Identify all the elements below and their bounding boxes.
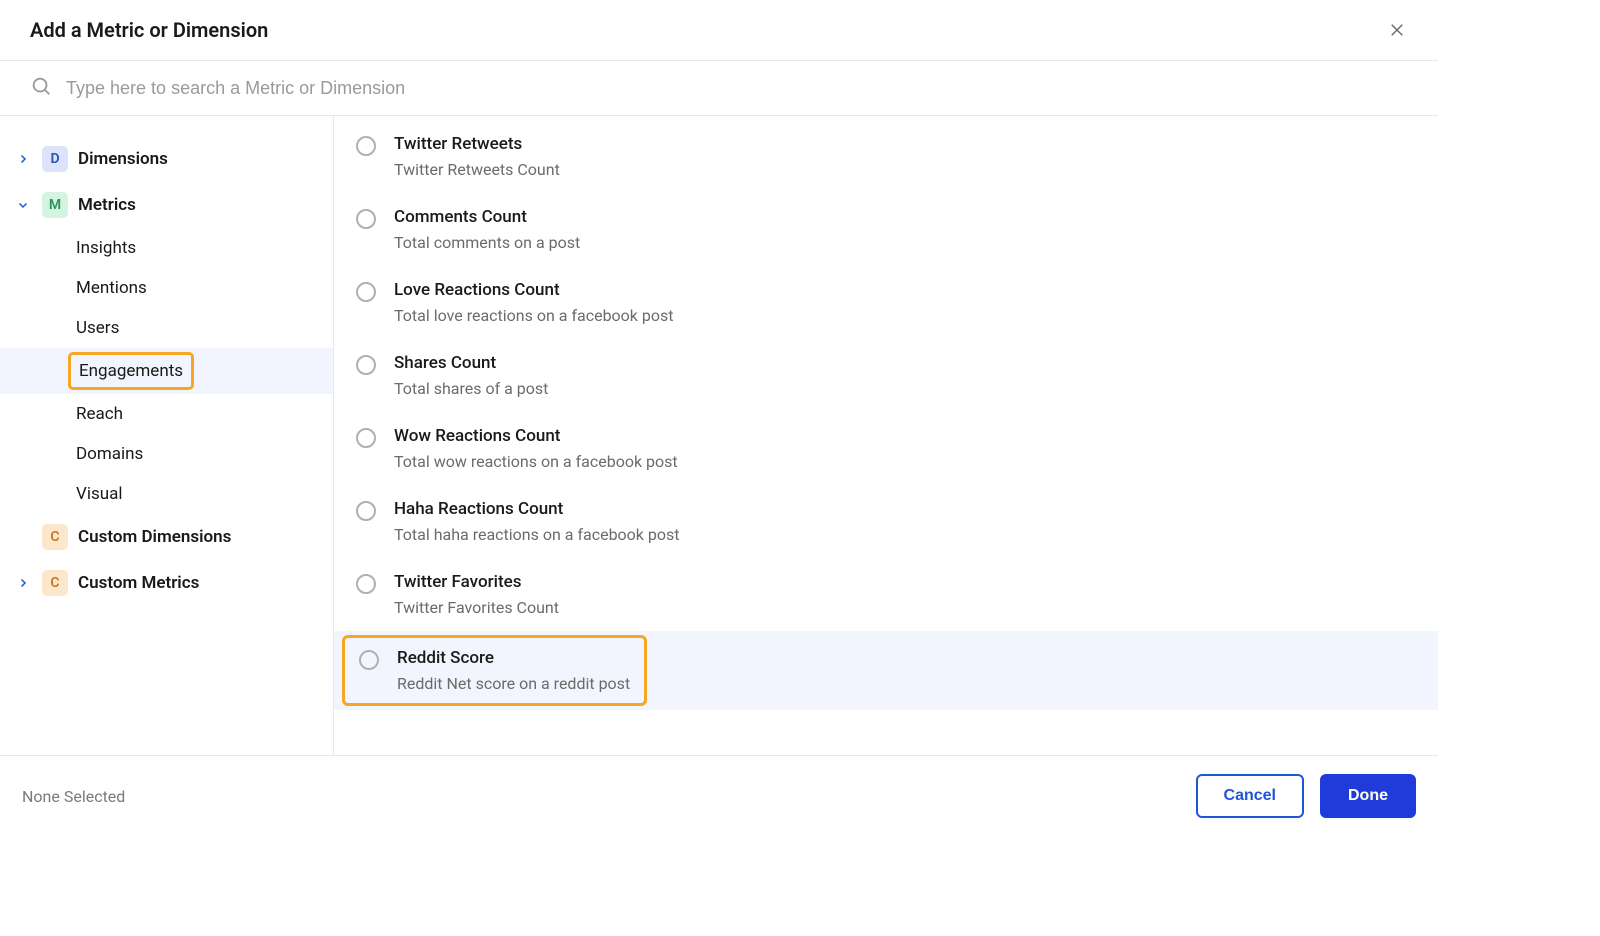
sidebar-subitem[interactable]: Insights — [0, 228, 333, 268]
sidebar-subitem-label: Users — [76, 318, 119, 338]
metric-text: Comments Count Total comments on a post — [394, 207, 580, 252]
metric-text: Reddit Score Reddit Net score on a reddit… — [397, 648, 630, 693]
sidebar-item-custom-dimensions[interactable]: C Custom Dimensions — [0, 514, 333, 560]
metric-title: Twitter Favorites — [394, 572, 559, 592]
metric-row[interactable]: Twitter Favorites Twitter Favorites Count — [334, 558, 1438, 631]
dimensions-badge: D — [42, 146, 68, 172]
metric-text: Twitter Retweets Twitter Retweets Count — [394, 134, 560, 179]
metrics-badge: M — [42, 192, 68, 218]
metric-title: Reddit Score — [397, 648, 630, 668]
sidebar-subitem[interactable]: Mentions — [0, 268, 333, 308]
sidebar-item-label: Custom Metrics — [78, 573, 199, 593]
custom-dimensions-badge: C — [42, 524, 68, 550]
done-button[interactable]: Done — [1320, 774, 1416, 818]
metric-title: Twitter Retweets — [394, 134, 560, 154]
metric-row[interactable]: Love Reactions Count Total love reactions… — [334, 266, 1438, 339]
close-button[interactable] — [1386, 19, 1408, 41]
sidebar-item-label: Metrics — [78, 195, 136, 215]
metric-description: Total haha reactions on a facebook post — [394, 525, 679, 544]
sidebar-subitem-label: Domains — [76, 444, 143, 464]
highlight-box: Engagements — [68, 352, 194, 390]
radio-button[interactable] — [356, 574, 376, 594]
radio-button[interactable] — [356, 355, 376, 375]
sidebar-item-metrics[interactable]: M Metrics — [0, 182, 333, 228]
metric-text: Wow Reactions Count Total wow reactions o… — [394, 426, 678, 471]
search-input[interactable] — [66, 78, 1408, 99]
modal-footer: None Selected Cancel Done — [0, 755, 1438, 836]
metric-description: Total comments on a post — [394, 233, 580, 252]
sidebar-subitem[interactable]: Users — [0, 308, 333, 348]
modal-body: D Dimensions M Metrics Insights Mentions U… — [0, 116, 1438, 755]
sidebar-item-dimensions[interactable]: D Dimensions — [0, 136, 333, 182]
radio-button[interactable] — [356, 501, 376, 521]
metric-row[interactable]: Wow Reactions Count Total wow reactions o… — [334, 412, 1438, 485]
radio-button[interactable] — [356, 136, 376, 156]
metric-text: Shares Count Total shares of a post — [394, 353, 548, 398]
sidebar-subitem[interactable]: Visual — [0, 474, 333, 514]
sidebar-subitem-label: Visual — [76, 484, 122, 504]
radio-button[interactable] — [359, 650, 379, 670]
modal-title: Add a Metric or Dimension — [30, 18, 268, 42]
custom-metrics-badge: C — [42, 570, 68, 596]
radio-button[interactable] — [356, 282, 376, 302]
add-metric-modal: Add a Metric or Dimension D Dimensions — [0, 0, 1438, 836]
sidebar: D Dimensions M Metrics Insights Mentions U… — [0, 116, 334, 755]
chevron-right-icon — [14, 153, 32, 165]
metric-description: Twitter Favorites Count — [394, 598, 559, 617]
metric-description: Total love reactions on a facebook post — [394, 306, 673, 325]
sidebar-subitem[interactable]: Reach — [0, 394, 333, 434]
footer-actions: Cancel Done — [1196, 774, 1416, 818]
metric-row[interactable]: Twitter Retweets Twitter Retweets Count — [334, 120, 1438, 193]
sidebar-subitem[interactable]: Domains — [0, 434, 333, 474]
metrics-panel[interactable]: Twitter Retweets Twitter Retweets Count Co… — [334, 116, 1438, 755]
metric-title: Haha Reactions Count — [394, 499, 679, 519]
sidebar-subitem-label: Mentions — [76, 278, 147, 298]
metric-row[interactable]: Reddit Score Reddit Net score on a reddit… — [334, 631, 1438, 710]
metric-title: Shares Count — [394, 353, 548, 373]
sidebar-subitem-label: Insights — [76, 238, 136, 258]
metric-description: Total wow reactions on a facebook post — [394, 452, 678, 471]
close-icon — [1388, 21, 1406, 39]
sidebar-item-label: Dimensions — [78, 149, 168, 169]
metric-text: Twitter Favorites Twitter Favorites Count — [394, 572, 559, 617]
metric-row[interactable]: Shares Count Total shares of a post — [334, 339, 1438, 412]
search-icon — [30, 75, 52, 101]
selection-status: None Selected — [22, 787, 125, 806]
metric-description: Reddit Net score on a reddit post — [397, 674, 630, 693]
sidebar-subitem-label: Engagements — [79, 361, 183, 381]
metric-description: Total shares of a post — [394, 379, 548, 398]
metric-title: Comments Count — [394, 207, 580, 227]
metric-text: Haha Reactions Count Total haha reactions… — [394, 499, 679, 544]
modal-header: Add a Metric or Dimension — [0, 0, 1438, 61]
cancel-button[interactable]: Cancel — [1196, 774, 1304, 818]
metric-title: Love Reactions Count — [394, 280, 673, 300]
highlight-box: Reddit Score Reddit Net score on a reddit… — [342, 635, 647, 706]
metric-row[interactable]: Haha Reactions Count Total haha reactions… — [334, 485, 1438, 558]
radio-button[interactable] — [356, 428, 376, 448]
sidebar-subitem[interactable]: Engagements — [0, 348, 333, 394]
sidebar-item-label: Custom Dimensions — [78, 527, 231, 547]
search-row — [0, 61, 1438, 116]
metric-text: Love Reactions Count Total love reactions… — [394, 280, 673, 325]
metric-title: Wow Reactions Count — [394, 426, 678, 446]
chevron-right-icon — [14, 577, 32, 589]
metric-description: Twitter Retweets Count — [394, 160, 560, 179]
sidebar-item-custom-metrics[interactable]: C Custom Metrics — [0, 560, 333, 606]
metric-row[interactable]: Comments Count Total comments on a post — [334, 193, 1438, 266]
sidebar-subitem-label: Reach — [76, 404, 123, 424]
chevron-down-icon — [14, 199, 32, 211]
radio-button[interactable] — [356, 209, 376, 229]
